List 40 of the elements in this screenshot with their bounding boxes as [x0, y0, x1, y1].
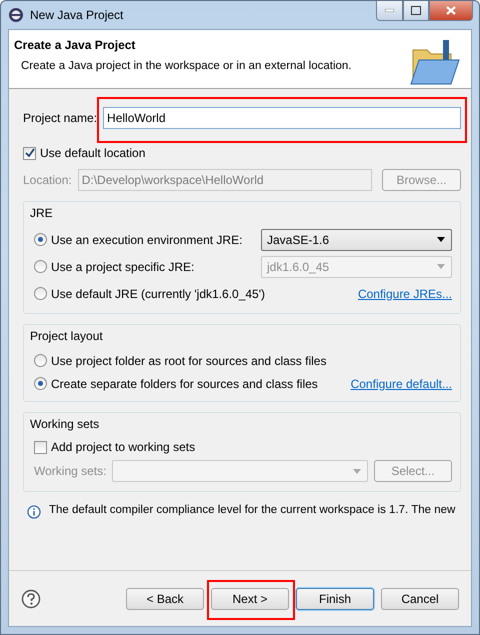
dialog-button[interactable]: Next > — [211, 588, 289, 610]
dialog-button[interactable]: Cancel — [381, 588, 459, 610]
configure-link[interactable]: Configure JREs... — [358, 286, 452, 300]
dropdown-caret-icon — [353, 468, 361, 474]
dialog-button[interactable]: < Back — [126, 588, 204, 610]
field-label: Location: — [23, 173, 72, 187]
radio-option[interactable]: Use project folder as root for sources and class files — [34, 354, 326, 368]
info-icon — [27, 505, 41, 519]
group-title: JRE — [30, 206, 53, 220]
dropdown-caret-icon — [437, 264, 445, 269]
info-message: The default compiler compliance level for the current workspace is 1.7. The new — [49, 504, 456, 516]
dropdown-caret-icon — [437, 237, 445, 242]
jre-dropdown[interactable]: JavaSE-1.6 — [261, 228, 452, 250]
dialog-button[interactable]: Finish — [296, 588, 374, 610]
minimize-icon — [385, 9, 394, 12]
help-icon[interactable] — [21, 588, 41, 608]
minimize-button[interactable] — [376, 1, 403, 21]
default-location-checkbox[interactable]: Use default location — [23, 146, 146, 160]
radio-option[interactable]: Use default JRE (currently 'jdk1.6.0_45') — [34, 286, 266, 300]
group-title: Project layout — [30, 329, 103, 343]
page-description: Create a Java project in the workspace or in an external location. — [21, 60, 352, 72]
page-title: Create a Java Project — [14, 38, 136, 52]
location-field[interactable]: D:\Develop\workspace\HelloWorld — [78, 169, 372, 191]
radio-option[interactable]: Use a project specific JRE: — [34, 260, 194, 274]
maximize-button[interactable] — [403, 1, 429, 21]
group-title: Working sets — [30, 417, 100, 431]
maximize-icon — [411, 6, 421, 15]
field-label: Working sets: — [34, 464, 106, 478]
configure-link[interactable]: Configure default... — [350, 376, 452, 390]
project-name-field[interactable]: HelloWorld — [103, 107, 461, 129]
window-title: New Java Project — [30, 8, 124, 22]
radio-option[interactable]: Create separate folders for sources and class files — [34, 376, 318, 390]
eclipse-icon — [8, 7, 24, 23]
close-icon — [446, 6, 456, 15]
radio-option[interactable]: Use an execution environment JRE: — [34, 232, 242, 246]
field-label: Project name: — [23, 111, 98, 125]
folder-icon — [409, 38, 461, 86]
checkmark-icon — [24, 148, 34, 158]
working-sets-checkbox[interactable]: Add project to working sets — [34, 440, 196, 454]
close-button[interactable] — [429, 1, 473, 21]
